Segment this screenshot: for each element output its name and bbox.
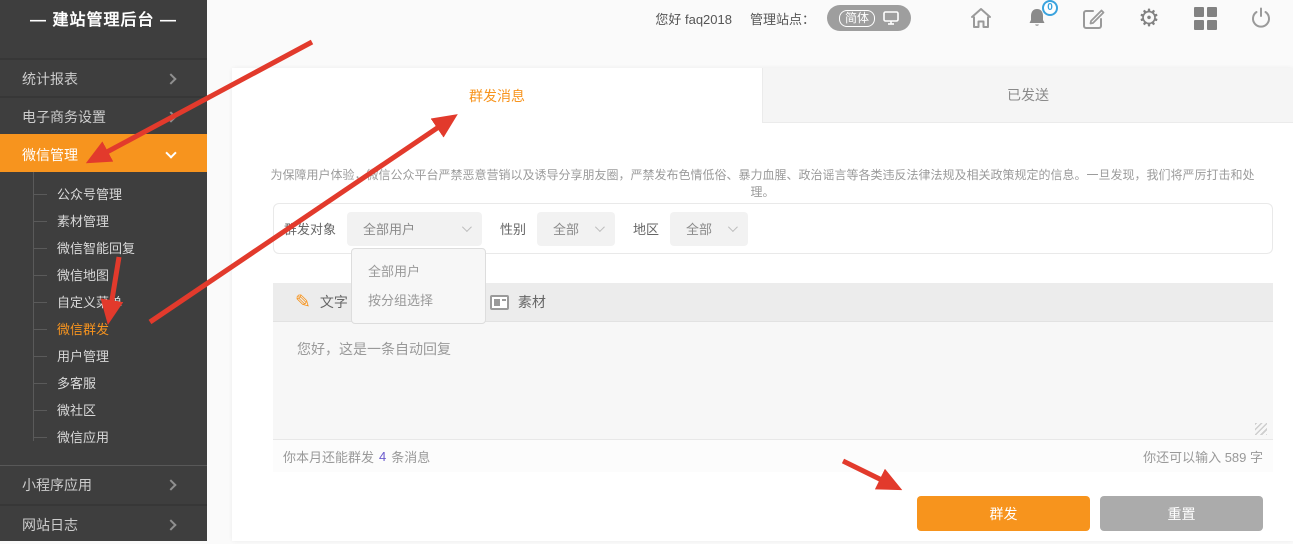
material-tool-label: 素材 — [518, 292, 546, 312]
pencil-icon: ✎ — [295, 293, 311, 312]
gender-select-value: 全部 — [553, 219, 579, 238]
sidebar-item-label: 网站日志 — [22, 517, 78, 533]
chevron-right-icon — [165, 111, 176, 122]
dropdown-option-all-users[interactable]: 全部用户 — [352, 257, 485, 286]
chevron-right-icon — [165, 73, 176, 84]
site-label: 管理站点： — [750, 9, 815, 28]
topbar: 您好 faq2018 管理站点： 简体 0 — [207, 0, 1293, 36]
chevron-down-icon — [595, 222, 605, 232]
quota-prefix: 你本月还能群发 — [283, 447, 374, 466]
power-icon — [1250, 7, 1272, 29]
quota-suffix: 条消息 — [391, 447, 430, 466]
chevron-right-icon — [165, 519, 176, 530]
sidebar-item-site-log[interactable]: 网站日志 — [0, 504, 207, 542]
gear-icon: ⚙ — [1138, 6, 1160, 30]
language-label: 简体 — [839, 10, 875, 27]
tab-sent[interactable]: 已发送 — [762, 68, 1293, 123]
region-label: 地区 — [633, 219, 659, 238]
submenu-item-mass-send[interactable]: 微信群发 — [0, 316, 207, 343]
chevron-down-icon — [165, 147, 176, 158]
edit-icon — [1082, 7, 1105, 30]
message-text: 您好，这是一条自动回复 — [297, 341, 451, 357]
target-select-dropdown: 全部用户 按分组选择 — [351, 248, 486, 324]
sidebar: — 建站管理后台 — 统计报表 电子商务设置 微信管理 公众号管理 素材管理 微… — [0, 0, 207, 541]
chevron-down-icon — [728, 222, 738, 232]
wechat-submenu: 公众号管理 素材管理 微信智能回复 微信地图 自定义菜单 微信群发 用户管理 多… — [0, 172, 207, 463]
material-tool-button[interactable]: 素材 — [490, 292, 546, 312]
sidebar-item-wechat[interactable]: 微信管理 — [0, 134, 207, 172]
message-textarea[interactable]: 您好，这是一条自动回复 — [273, 322, 1273, 439]
quota-count: 4 — [379, 449, 386, 464]
greeting-text: 您好 faq2018 — [655, 9, 732, 28]
monthly-quota-text: 你本月还能群发 4 条消息 — [283, 447, 430, 466]
sidebar-item-ecommerce[interactable]: 电子商务设置 — [0, 96, 207, 134]
apps-button[interactable] — [1193, 6, 1217, 30]
settings-button[interactable]: ⚙ — [1137, 6, 1161, 30]
language-switch-button[interactable]: 简体 — [827, 5, 911, 31]
sidebar-item-miniprogram[interactable]: 小程序应用 — [0, 466, 207, 504]
reset-button[interactable]: 重置 — [1100, 496, 1263, 531]
submenu-item-material[interactable]: 素材管理 — [0, 208, 207, 235]
editor-statusbar: 你本月还能群发 4 条消息 你还可以输入 589 字 — [273, 439, 1273, 472]
edit-button[interactable] — [1081, 6, 1105, 30]
submenu-item-multi-service[interactable]: 多客服 — [0, 370, 207, 397]
sidebar-item-label: 微信管理 — [22, 147, 78, 163]
logout-button[interactable] — [1249, 6, 1273, 30]
submenu-item-micro-community[interactable]: 微社区 — [0, 397, 207, 424]
sidebar-item-stats[interactable]: 统计报表 — [0, 58, 207, 96]
resize-handle[interactable] — [1255, 423, 1267, 435]
grid-icon — [1194, 7, 1217, 30]
sidebar-item-label: 统计报表 — [22, 71, 78, 87]
submenu-item-wechat-app[interactable]: 微信应用 — [0, 424, 207, 451]
tab-bar: 群发消息 已发送 — [232, 68, 1293, 123]
text-tool-label: 文字 — [320, 292, 348, 312]
main-panel: 群发消息 已发送 为保障用户体验，微信公众平台严禁恶意营销以及诱导分享朋友圈，严… — [232, 68, 1293, 541]
sidebar-item-label: 小程序应用 — [22, 477, 92, 493]
region-select-value: 全部 — [686, 219, 712, 238]
chevron-down-icon — [462, 222, 472, 232]
notification-badge: 0 — [1042, 0, 1058, 16]
submenu-item-smart-reply[interactable]: 微信智能回复 — [0, 235, 207, 262]
policy-notice: 为保障用户体验，微信公众平台严禁恶意营销以及诱导分享朋友圈，严禁发布色情低俗、暴… — [232, 166, 1293, 200]
submenu-item-user-management[interactable]: 用户管理 — [0, 343, 207, 370]
home-button[interactable] — [969, 6, 993, 30]
submenu-item-wechat-map[interactable]: 微信地图 — [0, 262, 207, 289]
filter-bar: 群发对象 全部用户 性别 全部 地区 全部 全部用户 按分组选择 — [273, 203, 1273, 254]
notifications-button[interactable]: 0 — [1025, 6, 1049, 30]
chevron-right-icon — [165, 479, 176, 490]
remaining-chars-text: 你还可以输入 589 字 — [1143, 447, 1263, 466]
submenu-item-custom-menu[interactable]: 自定义菜单 — [0, 289, 207, 316]
tab-mass-message[interactable]: 群发消息 — [232, 68, 762, 123]
monitor-icon — [883, 11, 899, 25]
gender-label: 性别 — [500, 219, 526, 238]
target-label: 群发对象 — [284, 219, 336, 238]
app-title: — 建站管理后台 — — [0, 0, 207, 42]
region-select[interactable]: 全部 — [670, 212, 748, 246]
material-icon — [490, 295, 509, 310]
send-button[interactable]: 群发 — [917, 496, 1090, 531]
home-icon — [969, 7, 993, 29]
submenu-item-official-account[interactable]: 公众号管理 — [0, 181, 207, 208]
target-select[interactable]: 全部用户 — [347, 212, 482, 246]
text-tool-button[interactable]: ✎ 文字 — [295, 292, 348, 312]
sidebar-item-label: 电子商务设置 — [22, 109, 106, 125]
dropdown-option-by-group[interactable]: 按分组选择 — [352, 286, 485, 315]
target-select-value: 全部用户 — [363, 219, 415, 238]
gender-select[interactable]: 全部 — [537, 212, 615, 246]
